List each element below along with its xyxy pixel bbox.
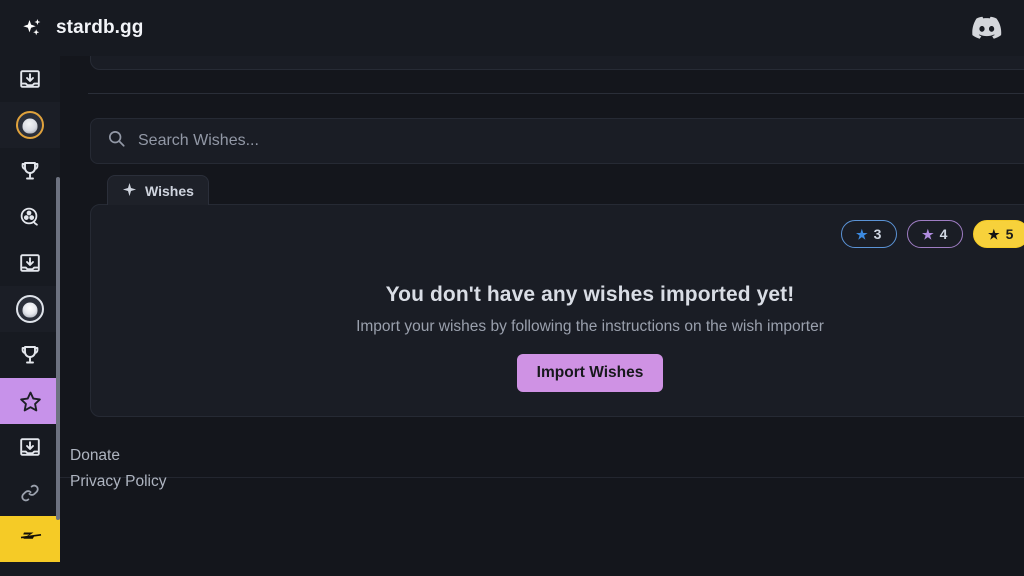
sidebar-item-import-box-2[interactable] [0, 240, 60, 286]
trophy-icon [18, 159, 42, 183]
sidebar-item-import-box-3[interactable] [0, 424, 60, 470]
content-top-divider [88, 93, 1024, 94]
sidebar-item-warp-star[interactable] [0, 378, 60, 424]
trophy-icon [18, 343, 42, 367]
rarity-filter-3[interactable]: ★ 3 [841, 220, 897, 248]
empty-state-subtitle: Import your wishes by following the inst… [356, 318, 824, 335]
sidebar-item-trophy-2[interactable] [0, 332, 60, 378]
empty-state-title: You don't have any wishes imported yet! [385, 283, 795, 306]
sidebar-item-import-box-1[interactable] [0, 56, 60, 102]
rarity-filter-group[interactable]: ★ 3 ★ 4 ★ 5 [841, 220, 1024, 248]
import-wishes-button[interactable]: Import Wishes [516, 354, 664, 392]
sidebar-scrollbar[interactable] [56, 177, 60, 520]
footer-divider [60, 477, 1024, 478]
sparkle-icon [122, 182, 137, 200]
sidebar-item-zzz[interactable] [0, 516, 60, 562]
star-icon: ★ [856, 226, 868, 242]
sidebar-nav[interactable] [0, 56, 60, 576]
sparkles-icon [20, 15, 46, 41]
footer-links: Donate Privacy Policy [70, 447, 166, 491]
main-content: Wishes ★ 3 ★ 4 ★ 5 [60, 56, 1024, 576]
sidebar-item-avatar-2[interactable] [0, 286, 60, 332]
footer-link-privacy-policy[interactable]: Privacy Policy [70, 473, 166, 491]
import-download-icon [18, 67, 42, 91]
search-input[interactable] [138, 132, 1024, 150]
star-icon: ★ [988, 226, 1000, 242]
star-outline-icon [18, 389, 42, 413]
rarity-filter-4[interactable]: ★ 4 [907, 220, 963, 248]
scrolled-card-above [90, 56, 1024, 70]
tab-wishes-label: Wishes [145, 182, 194, 199]
footer-link-donate[interactable]: Donate [70, 447, 166, 465]
brand-logo[interactable]: stardb.gg [20, 15, 143, 41]
tab-wishes[interactable]: Wishes [107, 175, 209, 205]
app-root: stardb.gg Search Wishes... Wishes ★ 3 ★ … [0, 0, 1024, 576]
search-icon [107, 129, 126, 153]
search-bar[interactable] [90, 118, 1024, 164]
brand-name: stardb.gg [56, 17, 144, 38]
avatar-pale-ring [16, 295, 44, 323]
import-download-icon [18, 435, 42, 459]
sidebar-item-avatar-1[interactable] [0, 102, 60, 148]
empty-state: You don't have any wishes imported yet! … [91, 283, 1024, 392]
zzz-logo-icon [18, 527, 42, 551]
discord-icon[interactable] [972, 16, 1002, 40]
avatar-gold-ring [16, 111, 44, 139]
link-chain-icon [18, 481, 42, 505]
rarity-filter-5[interactable]: ★ 5 [973, 220, 1024, 248]
wishes-panel: ★ 3 ★ 4 ★ 5 You don't have any wishes im… [90, 204, 1024, 417]
rarity-filter-3-label: 3 [873, 226, 882, 242]
sidebar-item-film-reel[interactable] [0, 194, 60, 240]
sidebar-item-trophy-1[interactable] [0, 148, 60, 194]
star-icon: ★ [922, 226, 934, 242]
sidebar-item-link[interactable] [0, 470, 60, 516]
rarity-filter-5-label: 5 [1005, 226, 1014, 242]
top-bar: stardb.gg [0, 0, 1024, 56]
import-download-icon [18, 251, 42, 275]
film-reel-icon [18, 205, 42, 229]
rarity-filter-4-label: 4 [939, 226, 948, 242]
